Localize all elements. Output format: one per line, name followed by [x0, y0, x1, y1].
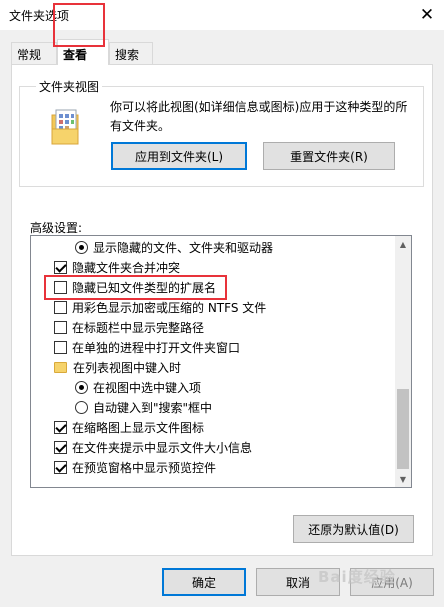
tab-view[interactable]: 查看: [57, 39, 109, 65]
checkbox[interactable]: [54, 440, 67, 454]
option-label: 显示隐藏的文件、文件夹和驱动器: [93, 240, 274, 255]
tab-search[interactable]: 搜索: [109, 42, 153, 64]
option-label: 在预览窗格中显示预览控件: [72, 460, 217, 475]
tab-strip: 常规 查看 搜索: [0, 30, 444, 65]
option-separate-process[interactable]: 在单独的进程中打开文件夹窗口: [54, 337, 240, 357]
option-thumbnail-icons[interactable]: 在缩略图上显示文件图标: [54, 417, 204, 437]
option-label: 在缩略图上显示文件图标: [72, 420, 205, 435]
option-label: 在单独的进程中打开文件夹窗口: [72, 340, 241, 355]
option-show-hidden[interactable]: 显示隐藏的文件、文件夹和驱动器: [75, 237, 273, 257]
option-label: 隐藏已知文件类型的扩展名: [72, 280, 217, 295]
folder-view-icon: [51, 109, 79, 145]
close-icon[interactable]: ✕: [410, 0, 444, 30]
option-full-path-title[interactable]: 在标题栏中显示完整路径: [54, 317, 204, 337]
option-hide-extensions[interactable]: 隐藏已知文件类型的扩展名: [54, 277, 216, 297]
reset-folders-button[interactable]: 重置文件夹(R): [263, 142, 395, 170]
cancel-button[interactable]: 取消: [256, 568, 340, 596]
checkbox[interactable]: [54, 460, 67, 474]
title-bar: 文件夹选项 ✕: [0, 0, 444, 30]
scroll-down-icon[interactable]: ▼: [395, 471, 411, 487]
checkbox[interactable]: [54, 420, 67, 434]
checkbox[interactable]: [54, 300, 67, 314]
option-label: 在标题栏中显示完整路径: [72, 320, 205, 335]
footer-divider: [0, 556, 444, 557]
checkbox[interactable]: [54, 280, 67, 294]
group-typing-list-view: 在列表视图中键入时: [54, 357, 181, 377]
option-folder-size-tips[interactable]: 在文件夹提示中显示文件大小信息: [54, 437, 252, 457]
ok-button[interactable]: 确定: [162, 568, 246, 596]
option-label: 在视图中选中键入项: [93, 380, 202, 395]
advanced-settings-label: 高级设置:: [30, 221, 83, 235]
option-color-ntfs[interactable]: 用彩色显示加密或压缩的 NTFS 文件: [54, 297, 266, 317]
folder-views-title: 文件夹视图: [36, 78, 103, 95]
window-title: 文件夹选项: [9, 9, 70, 23]
radio-button[interactable]: [75, 400, 88, 414]
option-label: 自动键入到"搜索"框中: [93, 400, 213, 415]
option-label: 隐藏文件夹合并冲突: [72, 260, 181, 275]
option-type-into-search[interactable]: 自动键入到"搜索"框中: [75, 397, 212, 417]
group-label: 在列表视图中键入时: [73, 360, 182, 375]
radio-button[interactable]: [75, 240, 88, 254]
folder-icon: [54, 361, 67, 373]
option-label: 在文件夹提示中显示文件大小信息: [72, 440, 253, 455]
option-label: 用彩色显示加密或压缩的 NTFS 文件: [72, 300, 267, 315]
apply-button[interactable]: 应用(A): [350, 568, 434, 596]
radio-button[interactable]: [75, 380, 88, 394]
checkbox[interactable]: [54, 260, 67, 274]
checkbox[interactable]: [54, 320, 67, 334]
folder-views-description: 你可以将此视图(如详细信息或图标)应用于这种类型的所有文件夹。: [110, 100, 408, 133]
option-hide-merge-conflicts[interactable]: 隐藏文件夹合并冲突: [54, 257, 180, 277]
tab-general[interactable]: 常规: [11, 42, 57, 64]
apply-to-folders-button[interactable]: 应用到文件夹(L): [111, 142, 247, 170]
restore-defaults-button[interactable]: 还原为默认值(D): [293, 515, 414, 543]
advanced-settings-tree[interactable]: 显示隐藏的文件、文件夹和驱动器 隐藏文件夹合并冲突 隐藏已知文件类型的扩展名 用…: [30, 235, 412, 488]
scroll-up-icon[interactable]: ▲: [395, 236, 411, 252]
vertical-scrollbar[interactable]: ▲ ▼: [395, 236, 411, 487]
scrollbar-thumb[interactable]: [397, 389, 409, 469]
option-preview-handlers[interactable]: 在预览窗格中显示预览控件: [54, 457, 216, 477]
checkbox[interactable]: [54, 340, 67, 354]
option-select-typed-item[interactable]: 在视图中选中键入项: [75, 377, 201, 397]
